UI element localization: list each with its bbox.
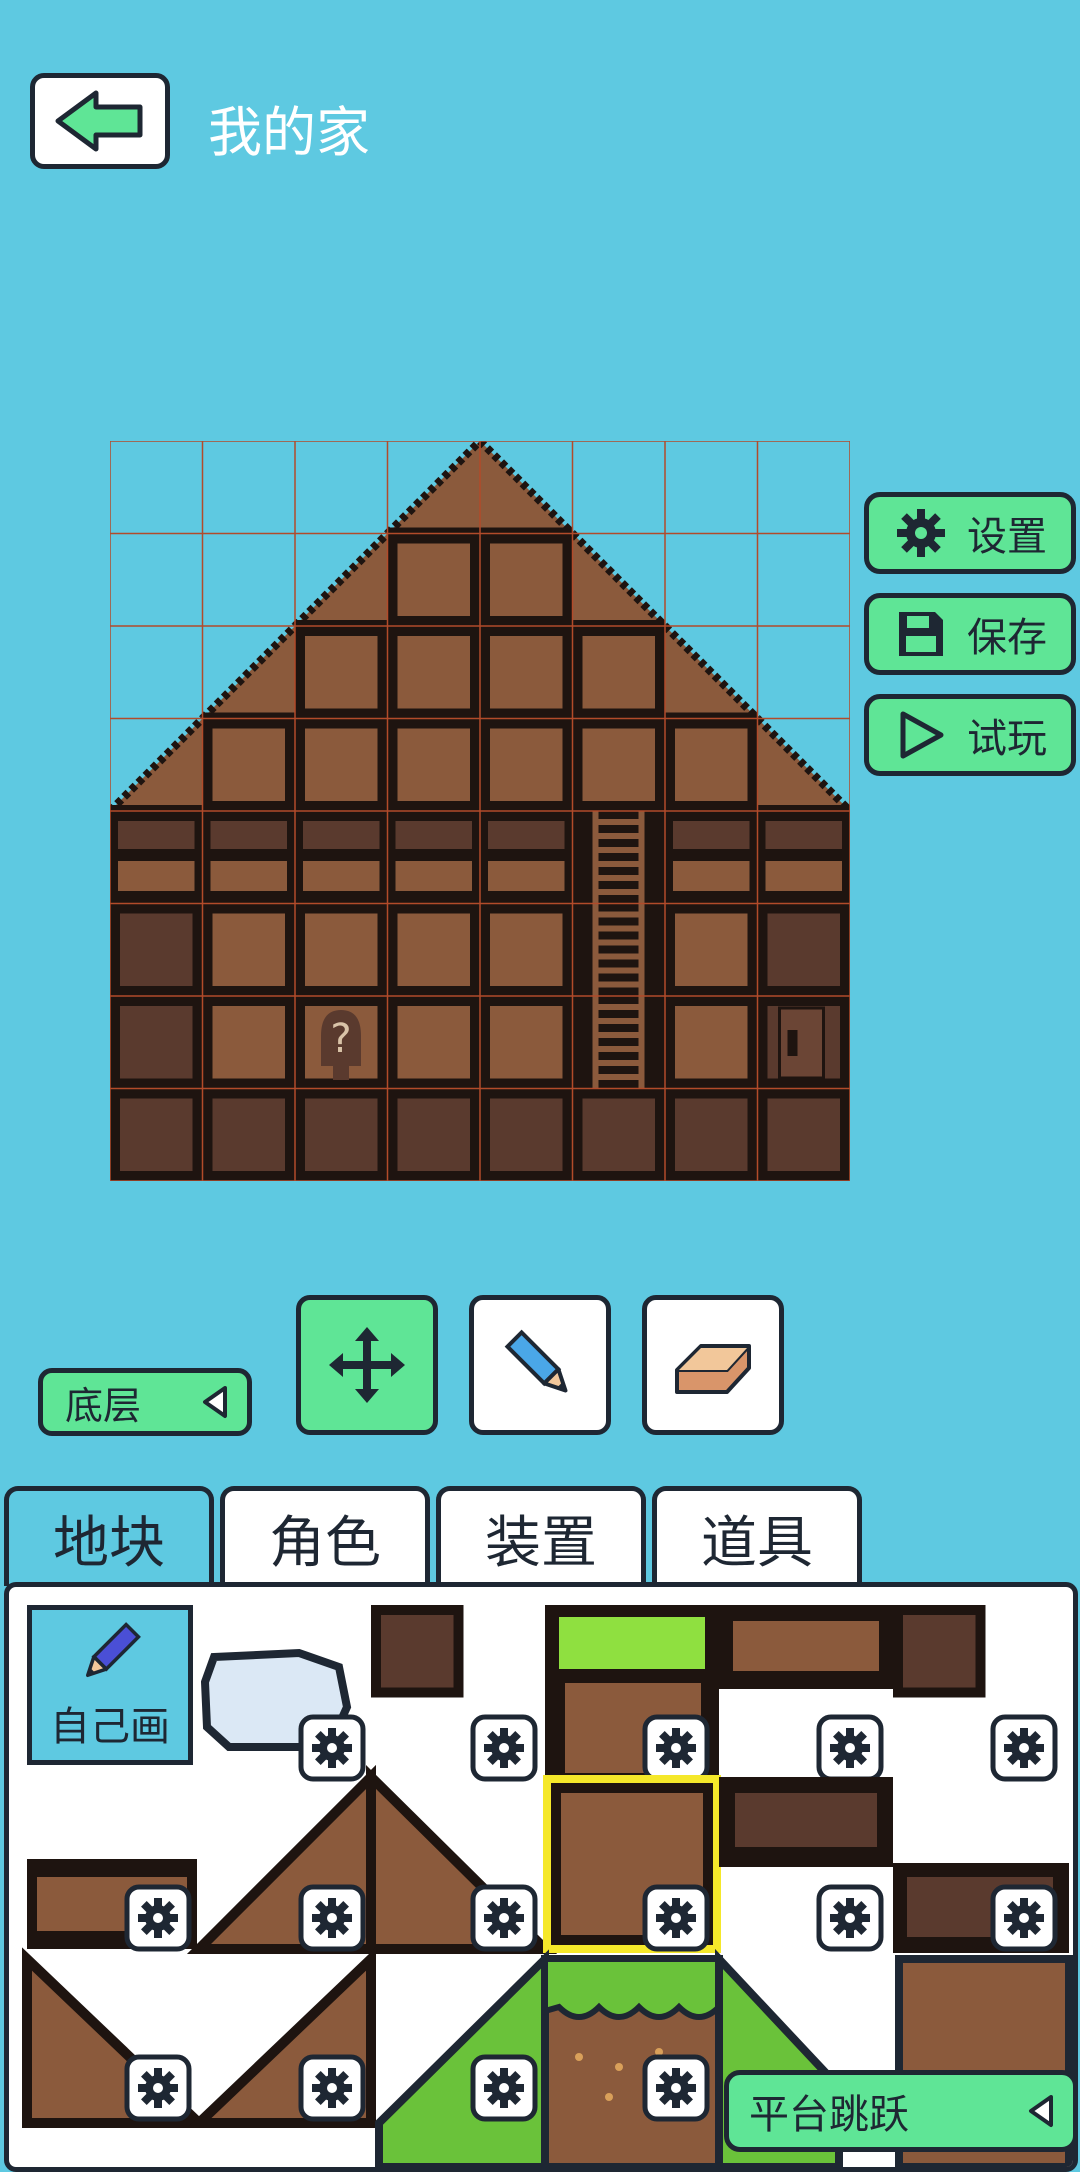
settings-label: 设置	[967, 514, 1047, 560]
draw-own-label: 自己画	[50, 1704, 170, 1750]
gear-icon	[897, 509, 945, 557]
tab-devices-label: 装置	[485, 1511, 597, 1576]
tile-settings-icon	[990, 1884, 1058, 1952]
pencil-icon	[85, 1622, 141, 1678]
tile-settings-icon	[470, 1714, 538, 1782]
tile-settings-icon	[816, 1884, 884, 1952]
settings-button[interactable]: 设置	[864, 492, 1076, 574]
category-label: 平台跳跃	[749, 2092, 909, 2138]
layer-label: 底层	[65, 1383, 142, 1428]
move-arrows-icon	[329, 1327, 405, 1403]
tile-settings-icon	[816, 1714, 884, 1782]
tile-settings-icon	[470, 2054, 538, 2122]
layer-selector[interactable]: 底层	[38, 1368, 252, 1436]
move-tool-button[interactable]	[296, 1295, 438, 1435]
tab-items-label: 道具	[701, 1511, 813, 1576]
play-test-label: 试玩	[967, 716, 1047, 762]
pencil-tool-button[interactable]	[469, 1295, 611, 1435]
draw-own-tile-button[interactable]: 自己画	[27, 1605, 193, 1765]
save-button[interactable]: 保存	[864, 593, 1076, 675]
tile-settings-icon	[642, 1714, 710, 1782]
tab-items[interactable]: 道具	[652, 1486, 862, 1586]
back-button[interactable]	[30, 73, 170, 169]
tile-settings-icon	[642, 1884, 710, 1952]
svg-text:?: ?	[330, 1016, 351, 1062]
tile-settings-icon	[470, 1884, 538, 1952]
level-canvas[interactable]: ?	[110, 441, 850, 1181]
pencil-icon	[504, 1329, 568, 1393]
tile-settings-icon	[298, 1884, 366, 1952]
eraser-tool-button[interactable]	[642, 1295, 784, 1435]
triangle-left-icon	[203, 1386, 227, 1418]
triangle-left-icon	[1029, 2095, 1053, 2127]
arrow-left-icon	[55, 90, 143, 152]
tab-characters-label: 角色	[269, 1511, 381, 1576]
tile-settings-icon	[642, 2054, 710, 2122]
floppy-disk-icon	[899, 612, 943, 656]
tile-settings-icon	[298, 2054, 366, 2122]
door-tile	[778, 1006, 825, 1080]
category-selector[interactable]: 平台跳跃	[724, 2070, 1078, 2152]
tile-settings-icon	[298, 1714, 366, 1782]
half-block-tile	[719, 1777, 893, 1867]
tab-tiles[interactable]: 地块	[4, 1486, 214, 1586]
tile-settings-icon	[124, 2054, 192, 2122]
tab-characters[interactable]: 角色	[220, 1486, 430, 1586]
tile-settings-icon	[124, 1884, 192, 1952]
eraser-icon	[675, 1344, 751, 1394]
play-test-button[interactable]: 试玩	[864, 694, 1076, 776]
play-icon	[900, 711, 944, 759]
plank-tile	[719, 1605, 893, 1689]
tab-tiles-label: 地块	[53, 1511, 165, 1576]
page-title: 我的家	[208, 101, 370, 164]
save-label: 保存	[967, 615, 1047, 661]
tile-settings-icon	[990, 1714, 1058, 1782]
tab-devices[interactable]: 装置	[436, 1486, 646, 1586]
